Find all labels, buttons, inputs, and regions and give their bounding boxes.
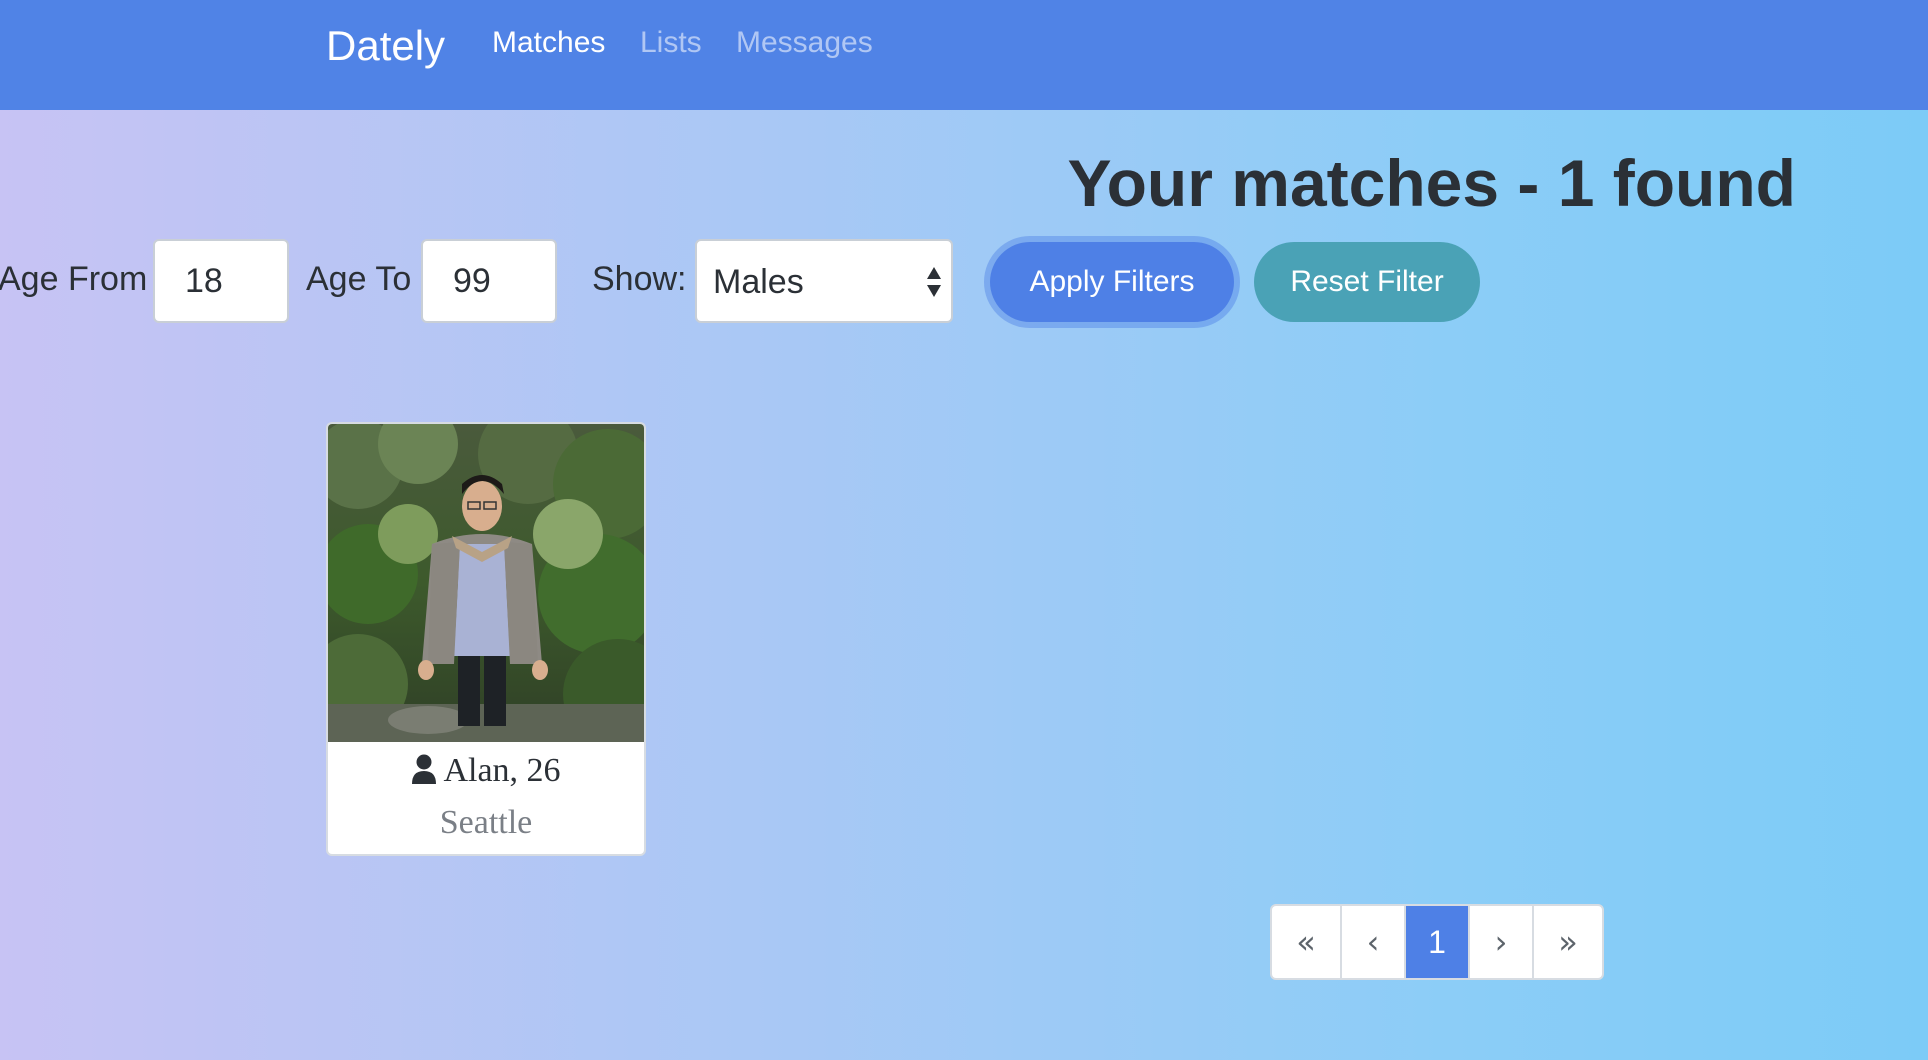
page-last-button[interactable]: » [1534, 906, 1602, 978]
nav-link-lists[interactable]: Lists [640, 26, 702, 60]
match-card[interactable]: Alan, 26 Seattle [326, 422, 646, 856]
age-to-label: Age To [306, 260, 412, 298]
age-to-input[interactable] [421, 239, 557, 323]
page-first-button[interactable]: « [1272, 906, 1342, 978]
page-next-button[interactable]: › [1470, 906, 1534, 978]
age-from-input[interactable] [153, 239, 289, 323]
match-city: Seattle [439, 804, 533, 841]
page-title: Your matches - 1 found [1067, 146, 1796, 220]
gender-select[interactable]: Males [695, 239, 953, 323]
reset-filter-button[interactable]: Reset Filter [1254, 242, 1480, 322]
brand-logo[interactable]: Dately [326, 22, 445, 70]
pagination: « ‹ 1 › » [1270, 904, 1604, 980]
nav-link-matches[interactable]: Matches [492, 26, 605, 60]
age-from-label: Age From [0, 260, 148, 298]
show-label: Show: [592, 260, 687, 298]
user-icon [412, 754, 437, 784]
apply-filters-button[interactable]: Apply Filters [990, 242, 1234, 322]
match-name-row: Alan, 26 [328, 752, 644, 790]
match-name-age: Alan, 26 [443, 752, 561, 789]
nav-link-messages[interactable]: Messages [736, 26, 873, 60]
profile-photo [328, 424, 644, 742]
top-navbar: Dately Matches Lists Messages [0, 0, 1928, 110]
select-arrows-icon [927, 267, 941, 297]
gender-select-value: Males [713, 263, 804, 301]
page-prev-button[interactable]: ‹ [1342, 906, 1406, 978]
page-number-button[interactable]: 1 [1406, 906, 1470, 978]
